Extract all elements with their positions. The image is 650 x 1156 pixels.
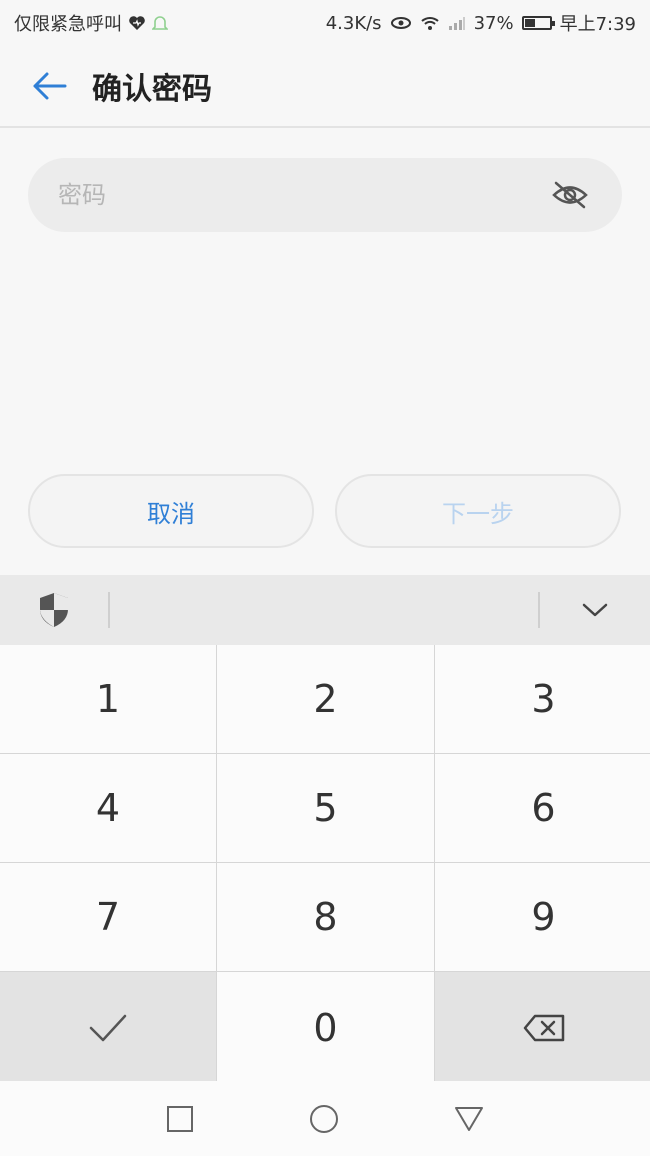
network-speed: 4.3K/s — [325, 12, 382, 34]
next-button[interactable]: 下一步 — [335, 474, 621, 548]
eye-icon — [390, 16, 412, 30]
back-triangle-icon — [455, 1107, 483, 1131]
key-3[interactable]: 3 — [435, 645, 650, 753]
recent-apps-icon — [167, 1106, 193, 1132]
home-icon — [310, 1105, 338, 1133]
confirm-key[interactable] — [0, 972, 216, 1084]
wifi-icon — [420, 15, 440, 31]
home-button[interactable] — [304, 1099, 344, 1139]
back-nav-button[interactable] — [449, 1099, 489, 1139]
backspace-icon — [523, 1014, 564, 1042]
numeric-keypad: 1 2 3 4 5 6 7 8 9 0 — [0, 645, 650, 1084]
key-1[interactable]: 1 — [0, 645, 216, 753]
chevron-down-icon — [582, 603, 608, 617]
heart-icon — [128, 15, 146, 31]
app-header: 确认密码 — [0, 46, 650, 128]
status-right: 4.3K/s 37% 早上7:39 — [326, 10, 636, 36]
check-icon — [89, 1014, 127, 1042]
toolbar-divider — [108, 592, 110, 628]
battery-percent: 37% — [473, 12, 514, 34]
clock: 早上7:39 — [559, 14, 636, 35]
password-field-container — [28, 158, 622, 232]
key-6[interactable]: 6 — [435, 754, 650, 862]
key-9[interactable]: 9 — [435, 863, 650, 971]
key-5[interactable]: 5 — [217, 754, 434, 862]
cancel-button[interactable]: 取消 — [28, 474, 314, 548]
signal-icon — [448, 15, 466, 31]
security-keyboard-indicator — [0, 575, 108, 645]
password-input[interactable] — [58, 181, 548, 209]
key-7[interactable]: 7 — [0, 863, 216, 971]
keyboard-toolbar — [0, 575, 650, 645]
status-left: 仅限紧急呼叫 — [14, 10, 168, 36]
key-4[interactable]: 4 — [0, 754, 216, 862]
system-nav-bar — [0, 1081, 650, 1156]
status-bar: 仅限紧急呼叫 4.3K/s 37% 早上7:39 — [0, 0, 650, 46]
back-button[interactable] — [14, 45, 84, 127]
delete-key[interactable] — [435, 972, 650, 1084]
carrier-text: 仅限紧急呼叫 — [14, 14, 122, 35]
shield-icon — [40, 593, 68, 627]
key-0[interactable]: 0 — [217, 972, 434, 1084]
recent-apps-button[interactable] — [160, 1099, 200, 1139]
password-visibility-toggle[interactable] — [548, 173, 592, 217]
key-2[interactable]: 2 — [217, 645, 434, 753]
battery-icon — [521, 16, 555, 30]
eye-off-icon — [552, 181, 588, 209]
key-8[interactable]: 8 — [217, 863, 434, 971]
page-title: 确认密码 — [92, 72, 212, 107]
arrow-left-icon — [33, 72, 67, 100]
collapse-keyboard-button[interactable] — [540, 575, 650, 645]
bell-icon — [152, 14, 168, 32]
